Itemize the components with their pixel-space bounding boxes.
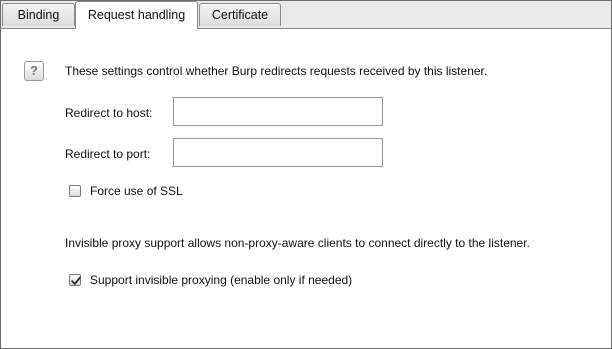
tab-binding[interactable]: Binding <box>2 3 75 26</box>
listener-settings-panel: Binding Request handling Certificate ? T… <box>0 0 612 349</box>
force-ssl-label: Force use of SSL <box>90 184 183 198</box>
redirect-port-label: Redirect to port: <box>65 147 151 161</box>
redirect-host-label: Redirect to host: <box>65 106 153 120</box>
request-handling-content: ? These settings control whether Burp re… <box>1 29 611 348</box>
help-icon[interactable]: ? <box>24 61 44 81</box>
invisible-proxying-checkbox[interactable] <box>69 274 81 286</box>
invisible-proxy-note: Invisible proxy support allows non-proxy… <box>65 236 530 250</box>
invisible-proxying-label: Support invisible proxying (enable only … <box>90 273 353 287</box>
redirect-port-input[interactable] <box>173 138 383 167</box>
description-text: These settings control whether Burp redi… <box>65 64 488 78</box>
tab-request-handling[interactable]: Request handling <box>75 1 198 29</box>
force-ssl-checkbox[interactable] <box>69 185 81 197</box>
checkmark-icon <box>71 276 81 285</box>
tab-strip: Binding Request handling Certificate <box>1 1 611 29</box>
redirect-host-input[interactable] <box>173 97 383 126</box>
tab-certificate[interactable]: Certificate <box>199 3 281 26</box>
